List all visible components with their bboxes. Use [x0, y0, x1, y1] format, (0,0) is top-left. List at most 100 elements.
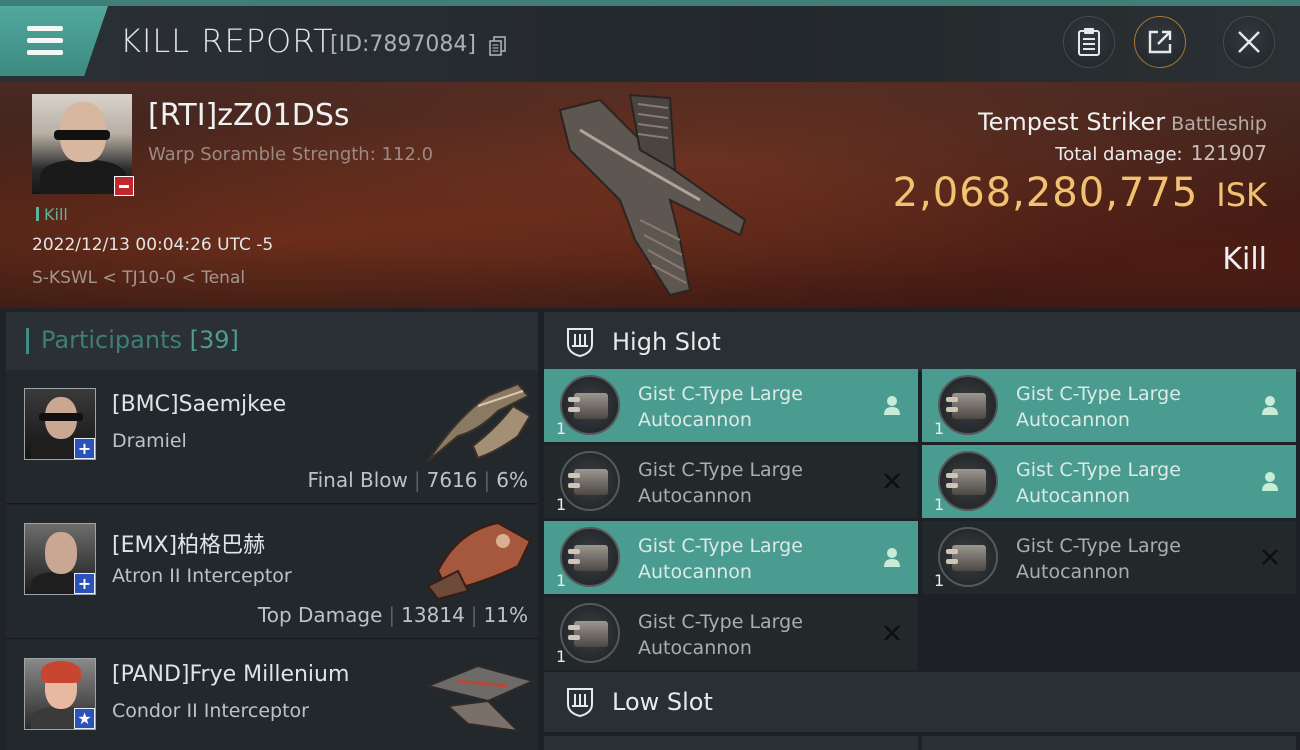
- report-id: [ID:7897084]: [330, 32, 476, 57]
- module-name: Gist C-Type Large Autocannon: [1016, 383, 1181, 431]
- autocannon-icon: [560, 451, 620, 511]
- close-icon: [1238, 31, 1260, 53]
- person-icon: [880, 393, 904, 417]
- module-item[interactable]: 1 Gist C-Type Large Autocannon: [922, 369, 1296, 442]
- participant-row[interactable]: + [BMC]Saemjkee Dramiel Final Blow | 7616 |…: [6, 370, 538, 504]
- module-item[interactable]: 1 Gist C-Type Large Autocannon: [544, 369, 918, 442]
- kill-result: Kill: [1222, 242, 1267, 277]
- warp-scramble-strength: Warp Soramble Strength: 112.0: [148, 144, 434, 165]
- participant-ship-image: [426, 521, 532, 601]
- participant-damage: 13814: [401, 603, 465, 627]
- module-name: Gist C-Type Large Autocannon: [638, 611, 803, 659]
- fitting-panel: High Slot 1 Gist C-Type Large Autocannon…: [538, 308, 1300, 750]
- autocannon-icon: [938, 375, 998, 435]
- person-icon: [1258, 469, 1282, 493]
- ship-name: Tempest Striker: [978, 108, 1166, 136]
- ally-plus-icon: +: [74, 573, 95, 594]
- module-item[interactable]: 1 Gist C-Type Large Autocannon: [922, 445, 1296, 518]
- participant-ship-image: [427, 382, 532, 462]
- menu-button[interactable]: [0, 6, 108, 76]
- total-damage: Total damage: 121907: [1055, 141, 1267, 165]
- module-quantity: 1: [556, 571, 567, 590]
- header-accent-line: [0, 0, 1300, 6]
- kill-tag: Kill: [36, 205, 68, 224]
- participant-ship-image: [424, 664, 536, 733]
- close-button[interactable]: [1223, 16, 1275, 68]
- module-name: Gist C-Type Large Autocannon: [1016, 535, 1181, 583]
- high-slot-header: High Slot: [544, 312, 1300, 372]
- shield-slot-icon: [567, 688, 593, 718]
- page-title: KILL REPORT: [120, 22, 334, 60]
- autocannon-icon: [560, 603, 620, 663]
- participant-ship: Condor II Interceptor: [112, 700, 309, 722]
- participant-ship: Dramiel: [112, 430, 187, 452]
- module-name: Gist C-Type Large Autocannon: [638, 535, 803, 583]
- participant-role: Top Damage: [257, 603, 383, 627]
- module-quantity: 1: [556, 495, 567, 514]
- total-damage-label: Total damage:: [1055, 144, 1183, 165]
- victim-ship-image[interactable]: [540, 90, 760, 300]
- isk-unit: ISK: [1216, 176, 1267, 214]
- module-quantity: 1: [934, 571, 945, 590]
- victim-name[interactable]: [RTI]zZ01DSs: [148, 98, 350, 133]
- participant-role: Final Blow: [307, 468, 408, 492]
- module-quantity: 1: [934, 419, 945, 438]
- participant-stats: Top Damage | 13814 | 11%: [257, 603, 528, 627]
- module-quantity: 1: [556, 647, 567, 666]
- participants-header[interactable]: Participants [39]: [6, 312, 538, 370]
- autocannon-icon: [560, 375, 620, 435]
- module-item[interactable]: 1 Gist C-Type Large Autocannon: [922, 521, 1296, 594]
- shield-slot-icon: [567, 328, 593, 358]
- copy-icon[interactable]: [489, 36, 507, 56]
- module-item[interactable]: 1 Gist C-Type Large Autocannon: [544, 521, 918, 594]
- participant-row[interactable]: ★ [PAND]Frye Millenium Condor II Interce…: [6, 640, 538, 750]
- participant-percent: 6%: [496, 468, 528, 492]
- module-quantity: 1: [934, 495, 945, 514]
- participant-stats: Final Blow | 7616 | 6%: [307, 468, 528, 492]
- participant-percent: 11%: [483, 603, 528, 627]
- module-item[interactable]: 1 Gist C-Type Large Autocannon: [544, 597, 918, 670]
- share-button[interactable]: [1134, 16, 1186, 68]
- module-name: Gist C-Type Large Autocannon: [638, 383, 803, 431]
- person-icon: [880, 545, 904, 569]
- autocannon-icon: [938, 527, 998, 587]
- participants-panel: Participants [39] + [BMC]Saemjkee Dramie…: [0, 308, 538, 750]
- autocannon-icon: [938, 451, 998, 511]
- module-item-partial[interactable]: [922, 736, 1296, 750]
- participant-ship: Atron II Interceptor: [112, 565, 292, 587]
- participant-name: [EMX]柏格巴赫: [112, 533, 266, 558]
- x-icon: [880, 621, 904, 645]
- isk-value: 2,068,280,775: [892, 170, 1199, 216]
- module-name: Gist C-Type Large Autocannon: [638, 459, 803, 507]
- x-icon: [880, 469, 904, 493]
- module-item-partial[interactable]: [544, 736, 918, 750]
- total-damage-value: 121907: [1190, 141, 1267, 165]
- autocannon-icon: [560, 527, 620, 587]
- x-icon: [1258, 545, 1282, 569]
- clipboard-icon: [1078, 28, 1100, 56]
- module-item[interactable]: 1 Gist C-Type Large Autocannon: [544, 445, 918, 518]
- hostile-badge-icon: [114, 176, 134, 196]
- participants-count: [39]: [189, 326, 239, 354]
- kill-timestamp: 2022/12/13 00:04:26 UTC -5: [32, 235, 274, 255]
- share-icon: [1148, 30, 1172, 54]
- participant-name: [PAND]Frye Millenium: [112, 662, 350, 687]
- participant-name: [BMC]Saemjkee: [112, 392, 287, 417]
- participant-row[interactable]: + [EMX]柏格巴赫 Atron II Interceptor Top Dam…: [6, 505, 538, 639]
- star-icon: ★: [74, 708, 95, 729]
- clipboard-button[interactable]: [1063, 16, 1115, 68]
- top-bar: KILL REPORT [ID:7897084]: [0, 0, 1300, 82]
- low-slot-header: Low Slot: [544, 672, 1300, 732]
- module-name: Gist C-Type Large Autocannon: [1016, 459, 1181, 507]
- participant-damage: 7616: [426, 468, 478, 492]
- low-slot-label: Low Slot: [612, 688, 713, 716]
- module-quantity: 1: [556, 419, 567, 438]
- participants-label: Participants: [41, 326, 182, 354]
- ship-class: Battleship: [1171, 113, 1267, 135]
- victim-ship[interactable]: Tempest Striker Battleship: [978, 108, 1267, 136]
- kill-location[interactable]: S-KSWL < TJ10-0 < Tenal: [32, 268, 245, 288]
- ally-plus-icon: +: [74, 438, 95, 459]
- person-icon: [1258, 393, 1282, 417]
- high-slot-label: High Slot: [612, 328, 721, 356]
- isk-value-line: 2,068,280,775 ISK: [893, 170, 1267, 216]
